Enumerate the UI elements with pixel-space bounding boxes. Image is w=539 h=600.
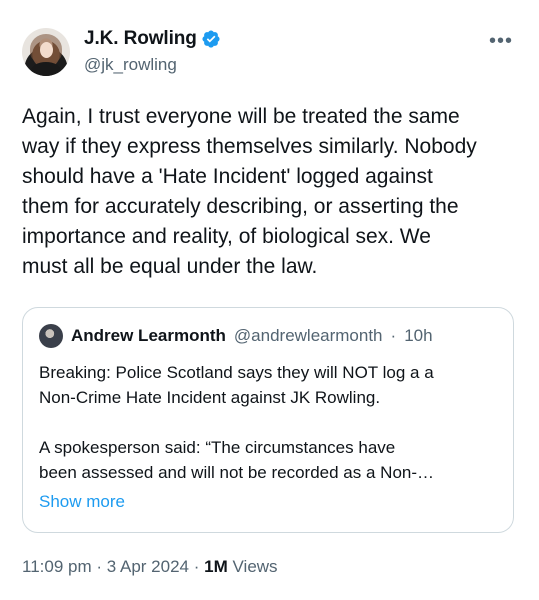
author-display-name[interactable]: J.K. Rowling (84, 28, 197, 50)
author-name-row[interactable]: J.K. Rowling (84, 28, 221, 50)
author-avatar[interactable] (22, 28, 70, 76)
quoted-tweet-text: Breaking: Police Scotland says they will… (39, 363, 435, 482)
quoted-author-handle[interactable]: @andrewlearmonth (234, 326, 383, 346)
quoted-tweet-header: Andrew Learmonth @andrewlearmonth · 10h (39, 324, 433, 348)
meta-separator: · (96, 557, 103, 576)
tweet-time[interactable]: 11:09 pm (22, 557, 92, 576)
verified-badge-icon (202, 30, 220, 48)
tweet-meta: 11:09 pm · 3 Apr 2024 · 1M Views (22, 557, 278, 577)
tweet-text: Again, I trust everyone will be treated … (22, 105, 477, 278)
avatar-shirt (31, 62, 61, 76)
quoted-author-name[interactable]: Andrew Learmonth (71, 326, 226, 346)
more-options-icon[interactable]: ••• (489, 30, 513, 53)
tweet-date[interactable]: 3 Apr 2024 (107, 557, 189, 576)
quoted-author-avatar[interactable] (39, 324, 63, 348)
quoted-separator: · (390, 326, 397, 345)
meta-separator: · (193, 557, 200, 576)
views-label: Views (232, 557, 278, 576)
quoted-tweet[interactable]: Andrew Learmonth @andrewlearmonth · 10h … (22, 307, 514, 533)
author-handle[interactable]: @jk_rowling (84, 55, 177, 75)
views-count: 1M (204, 557, 228, 576)
tweet-header: J.K. Rowling @jk_rowling ••• (22, 24, 519, 80)
avatar-face (40, 42, 53, 58)
quoted-tweet-time[interactable]: 10h (404, 326, 432, 346)
show-more-link[interactable]: Show more (39, 492, 125, 512)
